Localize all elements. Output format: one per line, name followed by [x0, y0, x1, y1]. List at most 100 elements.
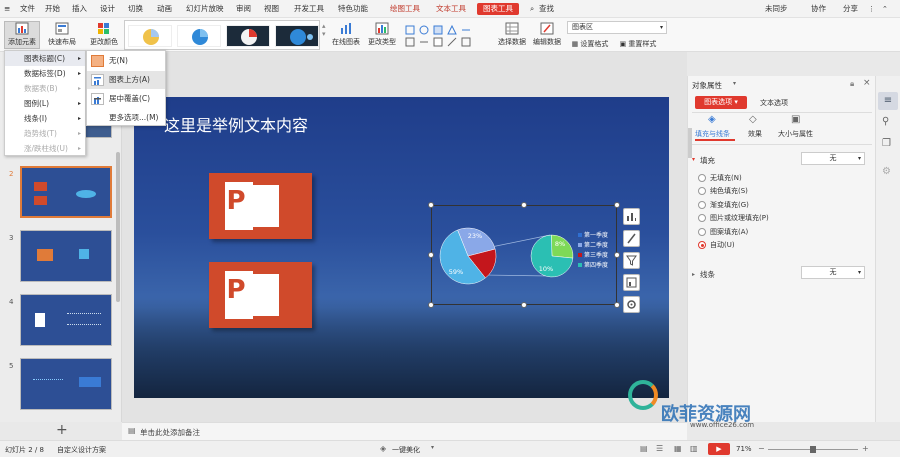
chart-style-4[interactable] [275, 25, 319, 47]
menu-item-data-labels[interactable]: 数据标签(D) ▸ [5, 66, 85, 81]
fill-select[interactable]: 无 [801, 152, 865, 165]
tab-drawing-tools[interactable]: 绘图工具 [390, 3, 420, 15]
chart-elements-button[interactable] [623, 208, 640, 225]
chart-filter-button[interactable] [623, 252, 640, 269]
zoom-out-icon[interactable]: − [758, 444, 765, 453]
slide-thumb-2[interactable] [20, 166, 112, 218]
subtab-fill-line[interactable]: 填充与线条 [695, 129, 730, 139]
properties-icon[interactable]: ≡ [878, 92, 898, 110]
chart-element-select[interactable]: 图表区 [567, 21, 667, 34]
tab-developer[interactable]: 开发工具 [294, 3, 324, 15]
chart-layout-button[interactable] [623, 274, 640, 291]
menu-icon[interactable]: ≡ [4, 3, 10, 15]
chart-style-2[interactable] [177, 25, 221, 47]
subtab-effect[interactable]: 效果 [748, 129, 762, 139]
menu-item-legend[interactable]: 图例(L) ▸ [5, 96, 85, 111]
resize-handle[interactable] [521, 302, 527, 308]
slide-title[interactable]: 这里是举例文本内容 [164, 112, 308, 136]
sync-status[interactable]: 未同步 [765, 3, 788, 15]
resize-handle[interactable] [614, 202, 620, 208]
copy-icon[interactable]: ❐ [882, 138, 891, 149]
lock-icon[interactable]: 🔒︎ [850, 79, 854, 89]
search-label[interactable]: 查找 [539, 3, 554, 15]
chart-style-gallery[interactable] [124, 20, 320, 50]
chevron-down-icon[interactable]: ▾ [431, 444, 434, 451]
design-theme[interactable]: 自定义设计方案 [57, 445, 106, 455]
tab-text-tools[interactable]: 文本工具 [436, 3, 466, 15]
slide-canvas[interactable]: 这里是举例文本内容 P P 23% 59% 8% 10% 第一季度 第二季度 第三季度 第四季… [134, 97, 669, 398]
beautify-button[interactable]: 一键美化 [392, 445, 420, 455]
radio-gradient-fill[interactable] [698, 201, 706, 209]
zoom-in-icon[interactable]: + [862, 444, 869, 453]
tab-insert[interactable]: 插入 [72, 3, 87, 15]
reset-style-button[interactable]: ▣ 重置样式 [616, 39, 660, 49]
play-slideshow-icon[interactable]: ▶ [708, 443, 730, 455]
share-button[interactable]: 分享 [843, 3, 858, 15]
chart-settings-button[interactable] [623, 296, 640, 313]
expand-icon[interactable]: ▾ [692, 156, 695, 163]
pin-icon[interactable]: ⚲ [882, 116, 889, 127]
radio-picture-fill[interactable] [698, 214, 706, 222]
menu-item-chart-title[interactable]: 图表标题(C) ▸ [5, 51, 85, 66]
search-icon[interactable]: ⌕ [530, 3, 534, 15]
notes-placeholder[interactable]: 单击此处添加备注 [140, 427, 200, 438]
edit-data-button[interactable]: 编辑数据 [531, 22, 563, 47]
collaborate-button[interactable]: 协作 [811, 3, 826, 15]
normal-view-icon[interactable]: ▤ [640, 444, 648, 453]
resize-handle[interactable] [614, 302, 620, 308]
submenu-item-centered-overlay[interactable]: 居中覆盖(C) [87, 90, 165, 108]
change-color-button[interactable]: 更改颜色 [86, 22, 122, 47]
submenu-item-none[interactable]: 无(N) [87, 52, 165, 70]
tab-animation[interactable]: 动画 [157, 3, 172, 15]
thumbnail-scrollbar[interactable] [116, 152, 120, 302]
tab-chart-tools[interactable]: 图表工具 [477, 3, 519, 15]
slide-thumb-4[interactable] [20, 294, 112, 346]
radio-solid-fill[interactable] [698, 187, 706, 195]
tab-transition[interactable]: 切换 [128, 3, 143, 15]
chart-style-3[interactable] [226, 25, 270, 47]
chevron-down-icon[interactable]: ▾ [733, 80, 736, 87]
tab-features[interactable]: 特色功能 [338, 3, 368, 15]
set-format-button[interactable]: ▦ 设置格式 [568, 39, 612, 49]
sorter-view-icon[interactable]: ▦ [674, 444, 682, 453]
resize-handle[interactable] [428, 302, 434, 308]
resize-handle[interactable] [521, 202, 527, 208]
zoom-thumb[interactable] [810, 446, 816, 453]
more-icon[interactable]: ⋮ [868, 3, 875, 15]
ppt-logo-bottom[interactable]: P [209, 262, 312, 328]
resize-handle[interactable] [614, 252, 620, 258]
collapse-icon[interactable]: ⌃ [882, 3, 888, 15]
tab-home[interactable]: 开始 [45, 3, 60, 15]
gallery-scroll-icon[interactable]: ▴ ▾ [322, 22, 326, 38]
subtab-size-properties[interactable]: 大小与属性 [778, 129, 813, 139]
tab-text-options[interactable]: 文本选项 [760, 98, 788, 108]
radio-pattern-fill[interactable] [698, 228, 706, 236]
resize-handle[interactable] [428, 202, 434, 208]
add-element-button[interactable]: 添加元素 [4, 21, 40, 49]
chart-style-button[interactable] [623, 230, 640, 247]
change-type-button[interactable]: 更改类型 [366, 22, 398, 47]
zoom-level[interactable]: 71% [736, 445, 752, 453]
collapse-arrow-icon[interactable]: ▸ [692, 271, 695, 278]
settings-icon[interactable]: ⚙ [882, 166, 891, 177]
tab-slideshow[interactable]: 幻灯片放映 [186, 3, 224, 15]
panel-scrollbar[interactable] [688, 128, 692, 158]
select-data-button[interactable]: 选择数据 [496, 22, 528, 47]
line-select[interactable]: 无 [801, 266, 865, 279]
radio-auto[interactable] [698, 241, 706, 249]
menu-item-lines[interactable]: 线条(I) ▸ [5, 111, 85, 126]
close-icon[interactable]: × [863, 78, 871, 88]
slide-thumb-5[interactable] [20, 358, 112, 410]
tab-design[interactable]: 设计 [100, 3, 115, 15]
radio-no-fill[interactable] [698, 174, 706, 182]
quick-layout-button[interactable]: 快速布局 [44, 22, 80, 47]
resize-handle[interactable] [428, 252, 434, 258]
submenu-item-above-chart[interactable]: 图表上方(A) [87, 71, 165, 89]
submenu-item-more-options[interactable]: 更多选项...(M) [87, 109, 165, 127]
ppt-logo-top[interactable]: P [209, 173, 312, 239]
tab-view[interactable]: 视图 [264, 3, 279, 15]
online-chart-button[interactable]: 在线图表 [330, 22, 362, 47]
add-slide-icon[interactable]: + [56, 422, 68, 438]
tab-file[interactable]: 文件 [20, 3, 35, 15]
outline-view-icon[interactable]: ☰ [656, 444, 663, 453]
